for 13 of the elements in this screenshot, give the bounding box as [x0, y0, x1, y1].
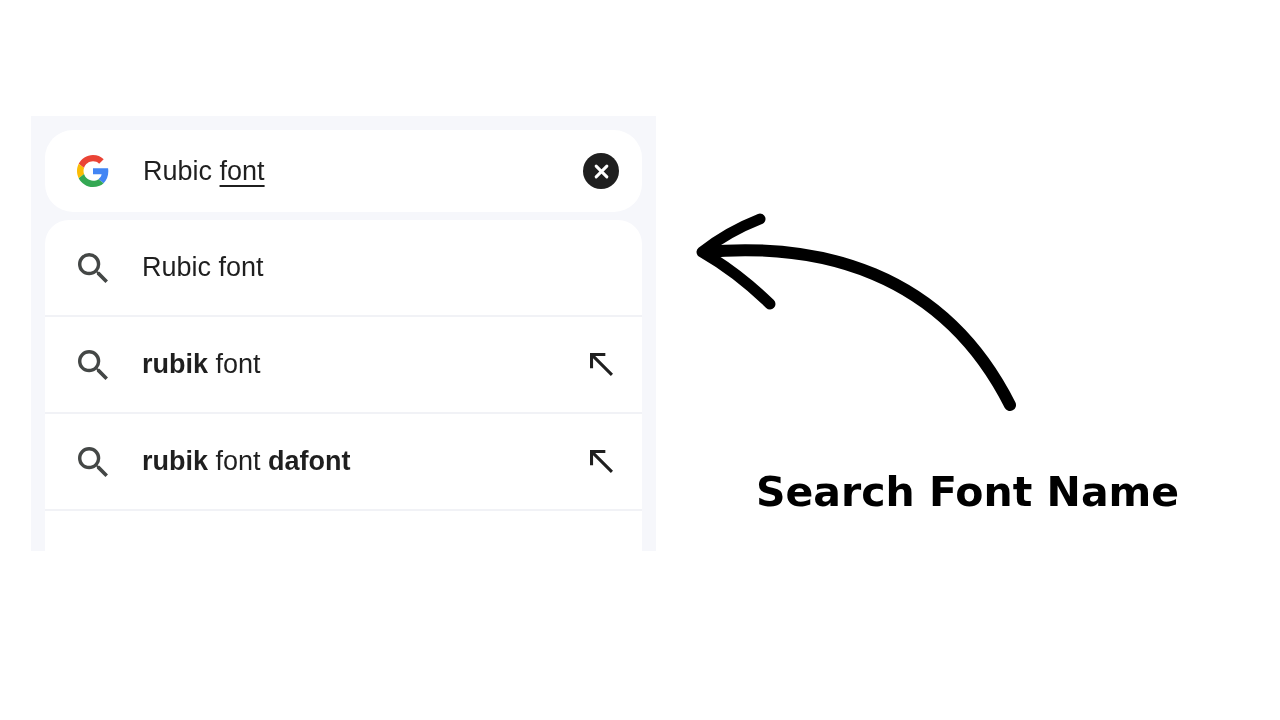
arrow-up-left-icon[interactable] — [590, 353, 613, 376]
g-logo-icon — [77, 155, 109, 187]
suggestion-item[interactable]: rubik font — [45, 317, 642, 414]
clear-button[interactable] — [583, 153, 619, 189]
close-icon — [593, 163, 609, 179]
arrow-up-left-icon[interactable] — [590, 450, 613, 473]
search-icon — [78, 252, 108, 283]
caption-text: Search Font Name — [756, 468, 1180, 516]
search-input[interactable]: Rubic font — [143, 150, 583, 192]
search-icon — [78, 349, 108, 380]
search-icon — [78, 446, 108, 477]
suggestion-item[interactable]: Rubic font — [45, 220, 642, 317]
suggestion-item[interactable]: rubik font dafont — [45, 414, 642, 511]
